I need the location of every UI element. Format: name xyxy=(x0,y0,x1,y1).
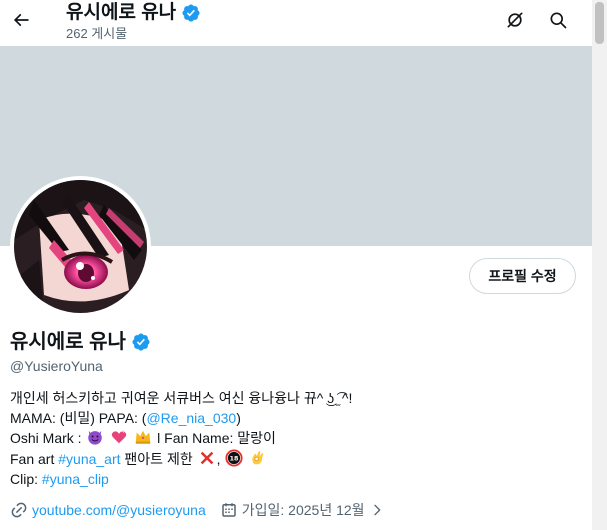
bio-line-4: Fan art #yuna_art 팬아트 제한 , 18 xyxy=(10,449,585,469)
link-icon xyxy=(11,502,27,518)
bio-line-5: Clip: #yuna_clip xyxy=(10,469,585,489)
post-count: 262 게시물 xyxy=(66,26,128,41)
header-title: 유시에로 유나 xyxy=(66,2,177,23)
calendar-icon xyxy=(222,503,236,517)
display-name: 유시에로 유나 xyxy=(10,331,126,353)
verified-badge-icon xyxy=(182,4,200,22)
back-button[interactable] xyxy=(6,5,36,35)
svg-text:18: 18 xyxy=(230,455,239,462)
mention-link[interactable]: @Re_nia_030 xyxy=(146,410,236,426)
chevron-right-icon xyxy=(373,504,380,516)
cross-mark-emoji-icon xyxy=(200,451,213,464)
bio-text: Clip: xyxy=(10,470,42,487)
grok-icon xyxy=(507,12,523,28)
profile-bio: 개인세 허스키하고 귀여운 서큐버스 여신 융나융나 뀨^ ͜ʖ ̫͡ ^! M… xyxy=(10,388,585,489)
bio-text: 팬아트 제한 xyxy=(120,450,193,467)
website-link[interactable]: youtube.com/@yusieroyuna xyxy=(32,502,206,518)
profile-header-bar: 유시에로 유나 262 게시물 xyxy=(0,0,592,46)
ok-hand-emoji-icon xyxy=(252,450,264,464)
verified-badge-icon[interactable] xyxy=(131,332,151,352)
bio-line-1: 개인세 허스키하고 귀여운 서큐버스 여신 융나융나 뀨^ ͜ʖ ̫͡ ^! xyxy=(10,390,353,406)
no-under-18-emoji-icon: 18 xyxy=(225,449,243,467)
scrollbar-thumb[interactable] xyxy=(595,2,604,44)
user-handle: @YusieroYuna xyxy=(10,358,103,374)
bio-text: Fan art xyxy=(10,450,59,467)
joined-item[interactable]: 가입일: 2025년 12월 xyxy=(220,500,385,520)
bio-text: l Fan Name: 말랑이 xyxy=(157,430,276,447)
website-item[interactable]: youtube.com/@yusieroyuna xyxy=(10,501,206,519)
bio-text: ) xyxy=(236,410,241,427)
bio-line-3: Oshi Mark : l Fan Name: 말랑이 xyxy=(10,428,585,448)
hashtag-link[interactable]: #yuna_art xyxy=(58,451,120,467)
avatar[interactable] xyxy=(10,176,151,317)
bio-line-2: MAMA: (비밀) PAPA: (@Re_nia_030) xyxy=(10,408,585,428)
search-button[interactable] xyxy=(543,5,573,35)
smiling-devil-emoji-icon xyxy=(88,431,103,446)
bio-text: Oshi Mark : xyxy=(10,430,82,447)
crown-emoji-icon xyxy=(136,431,151,445)
edit-profile-button[interactable]: 프로필 수정 xyxy=(469,258,576,294)
scrollbar[interactable] xyxy=(592,0,607,530)
arrow-left-icon xyxy=(13,13,29,27)
avatar-image xyxy=(14,180,147,313)
profile-name-row: 유시에로 유나 xyxy=(10,330,151,354)
hashtag-link[interactable]: #yuna_clip xyxy=(42,471,109,487)
header-title-block: 유시에로 유나 262 게시물 xyxy=(66,2,201,42)
heart-sparkle-emoji-icon xyxy=(112,430,127,444)
grok-button[interactable] xyxy=(500,5,530,35)
search-icon xyxy=(550,12,567,29)
joined-date: 가입일: 2025년 12월 xyxy=(241,502,365,518)
profile-meta: youtube.com/@yusieroyuna 가입일: 2025년 12월 xyxy=(10,500,385,520)
bio-text: MAMA: (비밀) PAPA: ( xyxy=(10,410,147,427)
